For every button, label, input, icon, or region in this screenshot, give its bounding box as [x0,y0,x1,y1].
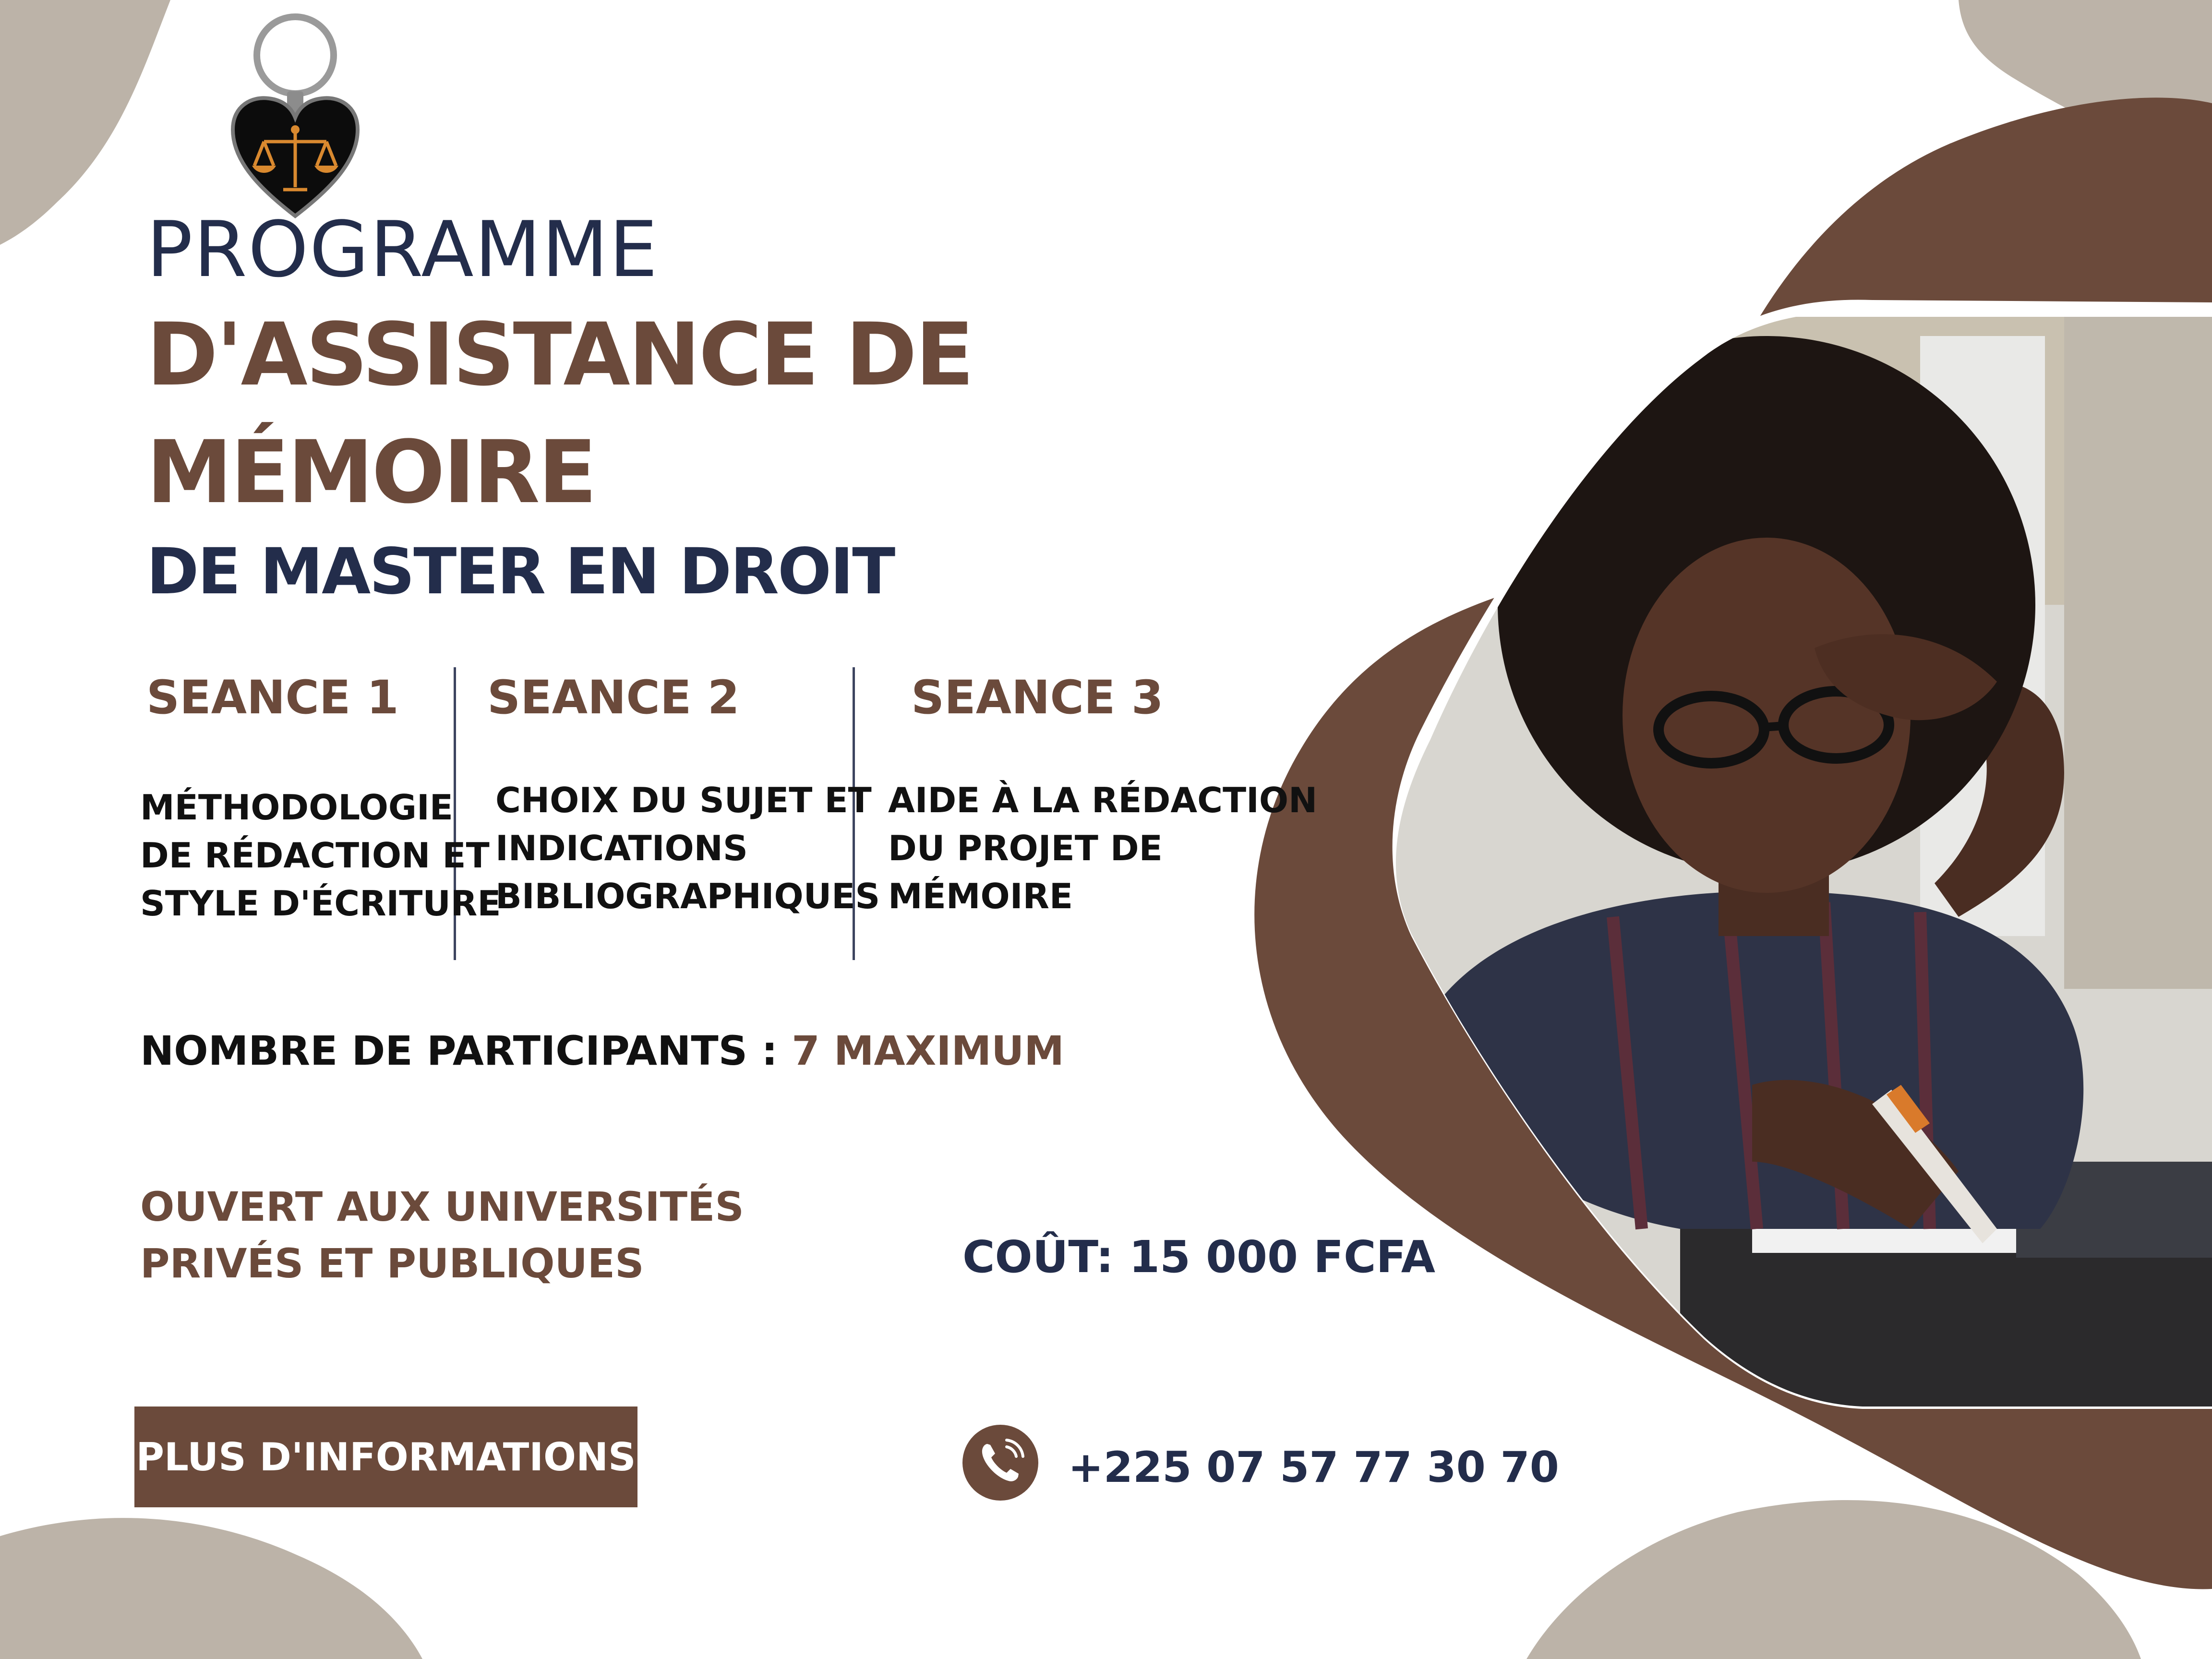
participants-label: NOMBRE DE PARTICIPANTS : [140,1027,778,1074]
cost-text: COÛT: 15 000 FCFA [962,1231,1435,1283]
seance-2-description: CHOIX DU SUJET ET INDICATIONS BIBLIOGRAP… [495,776,880,920]
more-info-button[interactable]: PLUS D'INFORMATIONS [134,1407,637,1507]
seance-1-description: MÉTHODOLOGIE DE RÉDACTION ET STYLE D'ÉCR… [140,783,501,927]
participants-info: NOMBRE DE PARTICIPANTS : 7 MAXIMUM [140,1027,1064,1074]
title-memoire: MÉMOIRE [146,422,597,523]
seance-2-line-1: CHOIX DU SUJET ET [495,780,872,820]
seance-1-line-3: STYLE D'ÉCRITURE [140,883,501,924]
seance-2-heading: SEANCE 2 [487,671,740,724]
seance-3-line-2: DU PROJET DE [888,828,1163,868]
seance-3-line-3: MÉMOIRE [888,876,1073,916]
title-master-droit: DE MASTER EN DROIT [146,535,895,609]
participants-value: 7 MAXIMUM [792,1027,1064,1074]
title-programme: PROGRAMME [146,204,659,294]
seance-1-line-1: MÉTHODOLOGIE [140,787,453,828]
seance-2-line-2: INDICATIONS [495,828,748,868]
beige-blob-bottom-left [0,1518,422,1659]
seance-2-line-3: BIBLIOGRAPHIQUES [495,876,880,916]
beige-blob-top-left [0,0,170,245]
title-assistance: D'ASSISTANCE DE [146,305,974,405]
phone-number[interactable]: +225 07 57 77 30 70 [1068,1443,1559,1492]
seance-3-heading: SEANCE 3 [911,671,1164,724]
seance-3-description: AIDE À LA RÉDACTION DU PROJET DE MÉMOIRE [888,776,1317,920]
ouvert-line-2: PRIVÉS ET PUBLIQUES [140,1240,644,1287]
seance-3-line-1: AIDE À LA RÉDACTION [888,780,1318,820]
scales-of-justice-keychain-logo [226,10,365,221]
ouvert-line-1: OUVERT AUX UNIVERSITÉS [140,1183,744,1230]
phone-icon[interactable] [962,1425,1038,1501]
seance-1-line-2: DE RÉDACTION ET [140,835,490,876]
seance-1-heading: SEANCE 1 [146,671,399,724]
ouvert-info: OUVERT AUX UNIVERSITÉS PRIVÉS ET PUBLIQU… [140,1178,744,1292]
